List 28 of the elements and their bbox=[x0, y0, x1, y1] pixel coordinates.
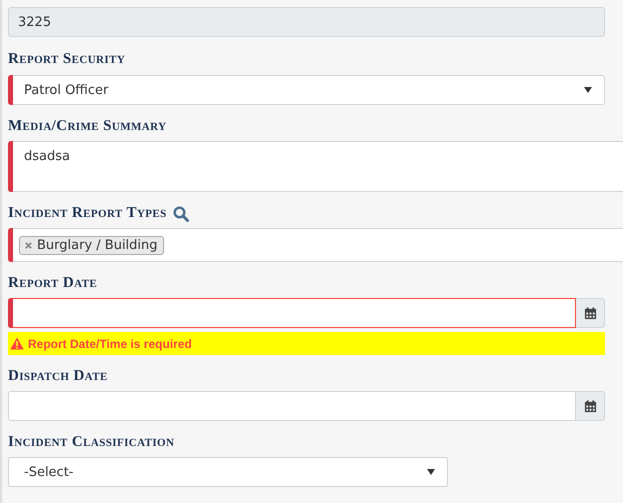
required-marker bbox=[8, 228, 13, 262]
required-marker bbox=[8, 75, 13, 105]
calendar-icon bbox=[584, 306, 596, 320]
search-icon[interactable] bbox=[172, 206, 189, 222]
caret-icon bbox=[427, 469, 435, 475]
tag-field[interactable]: Burglary / Building bbox=[8, 228, 623, 262]
required-marker bbox=[8, 141, 13, 192]
date-field[interactable] bbox=[8, 298, 576, 328]
text-area[interactable]: dsadsa bbox=[8, 141, 623, 192]
field-label: Report Date bbox=[8, 275, 98, 292]
readonly-field: 3225 bbox=[8, 7, 605, 37]
error-message: Report Date/Time is required bbox=[8, 332, 605, 355]
tag-chip[interactable]: Burglary / Building bbox=[19, 236, 164, 254]
field-label: Incident Report Types bbox=[8, 205, 167, 222]
caret-icon bbox=[584, 87, 592, 93]
warning-icon bbox=[10, 337, 24, 350]
required-marker bbox=[8, 298, 13, 328]
field-label: Incident Classification bbox=[8, 434, 174, 451]
field-label: Report Security bbox=[8, 51, 126, 68]
tag-text: Burglary / Building bbox=[37, 238, 158, 252]
calendar-button[interactable] bbox=[576, 391, 605, 421]
calendar-button[interactable] bbox=[576, 298, 605, 328]
field-label: Media/Crime Summary bbox=[8, 118, 166, 135]
calendar-icon bbox=[584, 400, 596, 412]
field-label: Dispatch Date bbox=[8, 368, 108, 385]
select-field[interactable]: Patrol Officer bbox=[8, 75, 605, 105]
remove-icon[interactable] bbox=[25, 242, 32, 248]
select-field[interactable]: -Select- bbox=[8, 457, 448, 487]
